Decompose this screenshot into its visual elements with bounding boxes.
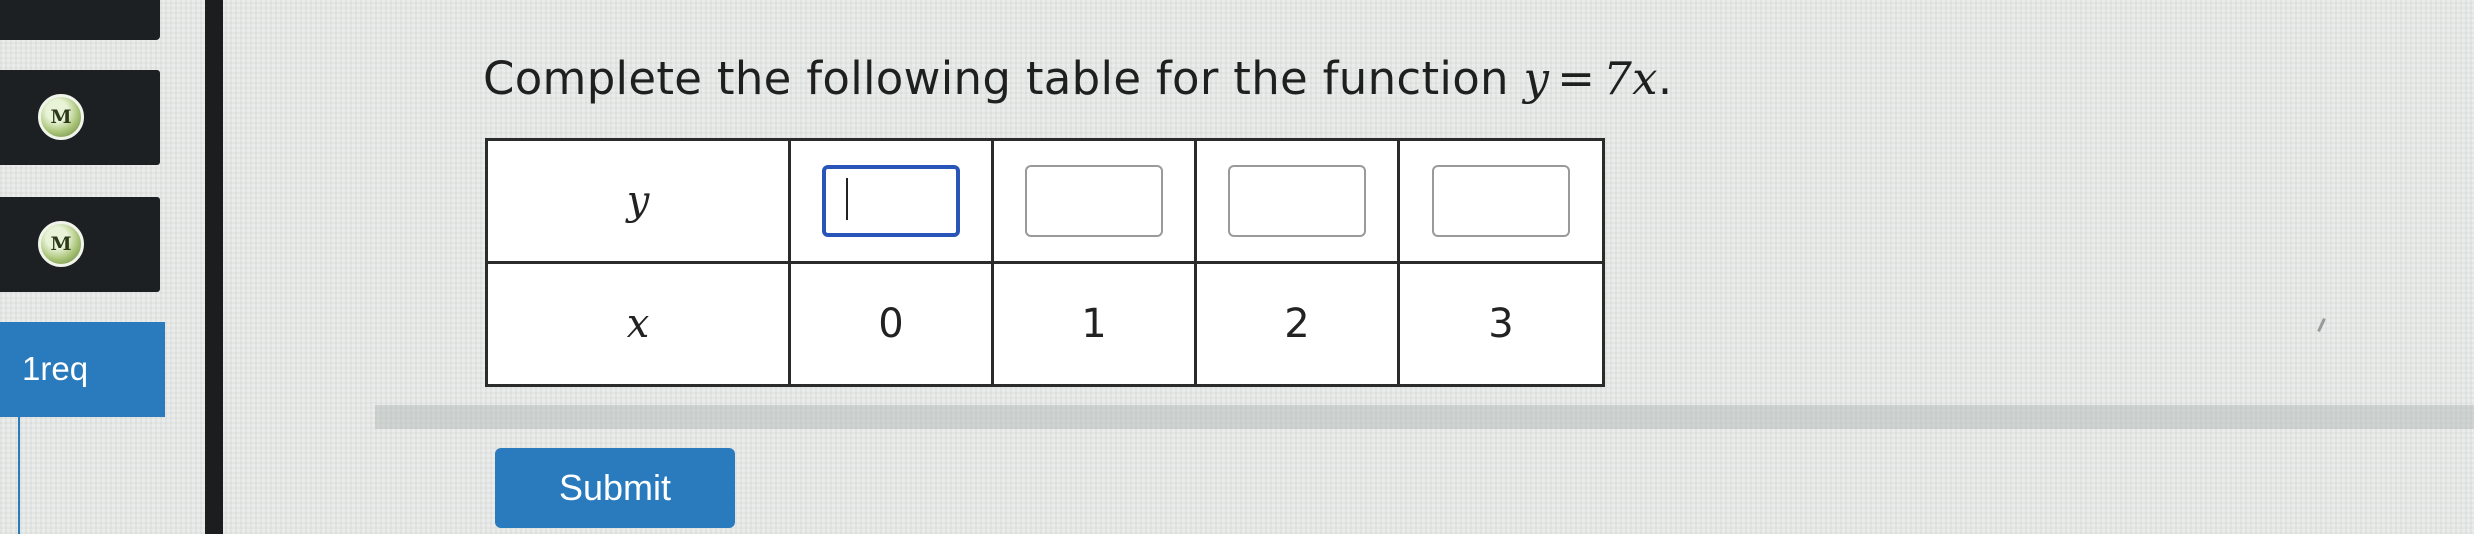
row-label-y: y <box>485 138 791 264</box>
mastery-badge-icon: M <box>38 94 84 140</box>
question-prefix: Complete the following table for the fun… <box>483 52 1524 105</box>
x-value-4: 3 <box>1397 261 1605 387</box>
y-cell-1 <box>788 138 994 264</box>
y-input-1[interactable] <box>822 165 960 237</box>
sidebar-active-line <box>18 417 20 534</box>
function-lhs: y <box>1523 52 1550 105</box>
content-separator <box>375 405 2474 429</box>
text-caret <box>846 178 848 220</box>
question-suffix: . <box>1657 52 1673 105</box>
question-text: Complete the following table for the fun… <box>483 52 1672 105</box>
sidebar-item-2[interactable]: M <box>0 197 160 292</box>
submit-button[interactable]: Submit <box>495 448 735 528</box>
x-value-2: 1 <box>991 261 1197 387</box>
screen-mark <box>2317 318 2326 332</box>
y-input-3[interactable] <box>1228 165 1366 237</box>
sidebar-divider <box>205 0 223 534</box>
sidebar-top-item[interactable] <box>0 0 160 40</box>
sidebar-item-1[interactable]: M <box>0 70 160 165</box>
x-value-1: 0 <box>788 261 994 387</box>
sidebar: M M 1req <box>0 0 205 534</box>
table-row-x: x 0 1 2 3 <box>485 261 1605 387</box>
function-operator: = <box>1557 52 1596 105</box>
y-input-4[interactable] <box>1432 165 1570 237</box>
y-input-2[interactable] <box>1025 165 1163 237</box>
x-value-3: 2 <box>1194 261 1400 387</box>
y-cell-4 <box>1397 138 1605 264</box>
table-row-y: y <box>485 138 1605 264</box>
y-cell-2 <box>991 138 1197 264</box>
mastery-badge-icon: M <box>38 221 84 267</box>
y-cell-3 <box>1194 138 1400 264</box>
row-label-x: x <box>485 261 791 387</box>
function-table: y x 0 1 2 3 <box>485 138 1605 387</box>
sidebar-item-active[interactable]: 1req <box>0 322 165 417</box>
function-rhs: 7x <box>1603 52 1658 105</box>
